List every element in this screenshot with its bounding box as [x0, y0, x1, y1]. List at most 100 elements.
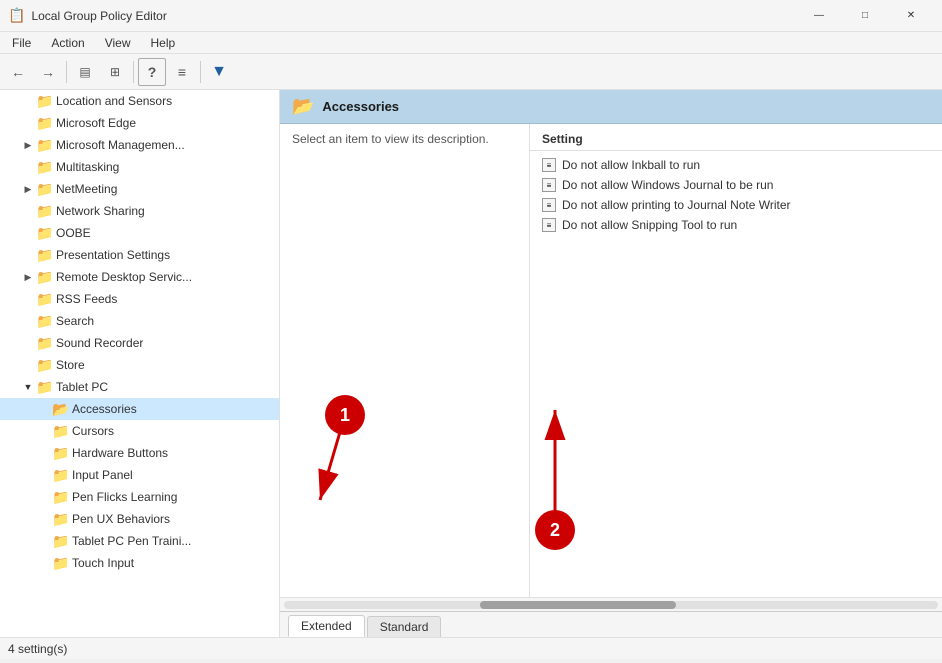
tab-standard[interactable]: Standard: [367, 616, 442, 637]
folder-icon: 📁: [36, 137, 52, 153]
setting-row-1[interactable]: ≡ Do not allow Inkball to run: [530, 155, 942, 175]
setting-label-4: Do not allow Snipping Tool to run: [562, 218, 737, 232]
folder-icon: 📁: [36, 159, 52, 175]
scrollbar-track: [284, 601, 938, 609]
filter-button[interactable]: ▼: [205, 58, 233, 86]
setting-label-2: Do not allow Windows Journal to be run: [562, 178, 773, 192]
expand-icon: [20, 225, 36, 241]
expand-icon: ▼: [20, 379, 36, 395]
tree-item-store[interactable]: 📁 Store: [0, 354, 279, 376]
tree-item-rss-feeds[interactable]: 📁 RSS Feeds: [0, 288, 279, 310]
menu-action[interactable]: Action: [43, 34, 92, 52]
menu-file[interactable]: File: [4, 34, 39, 52]
setting-row-4[interactable]: ≡ Do not allow Snipping Tool to run: [530, 215, 942, 235]
setting-label-3: Do not allow printing to Journal Note Wr…: [562, 198, 791, 212]
tree-item-search[interactable]: 📁 Search: [0, 310, 279, 332]
tree-item-cursors[interactable]: 📁 Cursors: [0, 420, 279, 442]
tree-item-location-sensors[interactable]: 📁 Location and Sensors: [0, 90, 279, 112]
tree-item-label: Input Panel: [72, 468, 133, 482]
expand-icon: [20, 203, 36, 219]
maximize-button[interactable]: □: [842, 0, 888, 32]
tree-item-hardware-buttons[interactable]: 📁 Hardware Buttons: [0, 442, 279, 464]
content-body: Select an item to view its description. …: [280, 124, 942, 597]
tree-item-netmeeting[interactable]: ▶ 📁 NetMeeting: [0, 178, 279, 200]
description-text: Select an item to view its description.: [292, 132, 489, 146]
tree-item-label: RSS Feeds: [56, 292, 117, 306]
minimize-button[interactable]: —: [796, 0, 842, 32]
tree-item-network-sharing[interactable]: 📁 Network Sharing: [0, 200, 279, 222]
tree-item-multitasking[interactable]: 📁 Multitasking: [0, 156, 279, 178]
folder-icon: 📁: [36, 269, 52, 285]
app-window: 📋 Local Group Policy Editor — □ ✕ File A…: [0, 0, 942, 663]
expand-icon: ▶: [20, 181, 36, 197]
folder-icon: 📁: [36, 291, 52, 307]
horizontal-scrollbar[interactable]: [280, 597, 942, 611]
content-title: Accessories: [322, 99, 399, 114]
setting-row-3[interactable]: ≡ Do not allow printing to Journal Note …: [530, 195, 942, 215]
expand-icon: [20, 93, 36, 109]
folder-icon: 📁: [36, 93, 52, 109]
title-bar: 📋 Local Group Policy Editor — □ ✕: [0, 0, 942, 32]
tree-item-pen-flicks-learning[interactable]: 📁 Pen Flicks Learning: [0, 486, 279, 508]
tree-item-accessories[interactable]: 📂 Accessories: [0, 398, 279, 420]
menu-bar: File Action View Help: [0, 32, 942, 54]
settings-pane[interactable]: Setting ≡ Do not allow Inkball to run ≡ …: [530, 124, 942, 597]
tree-item-label: Touch Input: [72, 556, 134, 570]
tree-item-microsoft-management[interactable]: ▶ 📁 Microsoft Managemen...: [0, 134, 279, 156]
description-pane: Select an item to view its description.: [280, 124, 530, 597]
expand-icon: [20, 159, 36, 175]
tree-item-label: Tablet PC Pen Traini...: [72, 534, 191, 548]
tree-item-touch-input[interactable]: 📁 Touch Input: [0, 552, 279, 574]
menu-view[interactable]: View: [97, 34, 139, 52]
folder-icon: 📁: [52, 533, 68, 549]
folder-icon: 📁: [52, 423, 68, 439]
properties-button[interactable]: ≡: [168, 58, 196, 86]
tree-item-label: Multitasking: [56, 160, 119, 174]
toggle-button[interactable]: ⊞: [101, 58, 129, 86]
forward-button[interactable]: →: [34, 58, 62, 86]
folder-icon: 📂: [52, 401, 68, 417]
tree-item-microsoft-edge[interactable]: 📁 Microsoft Edge: [0, 112, 279, 134]
folder-icon: 📁: [36, 247, 52, 263]
menu-help[interactable]: Help: [143, 34, 184, 52]
setting-row-2[interactable]: ≡ Do not allow Windows Journal to be run: [530, 175, 942, 195]
show-hide-tree-button[interactable]: ▤: [71, 58, 99, 86]
folder-icon: 📁: [52, 511, 68, 527]
tree-item-label: Location and Sensors: [56, 94, 172, 108]
toolbar-separator-1: [66, 61, 67, 83]
tree-item-input-panel[interactable]: 📁 Input Panel: [0, 464, 279, 486]
tree-item-oobe[interactable]: 📁 OOBE: [0, 222, 279, 244]
tree-item-tablet-pc[interactable]: ▼ 📁 Tablet PC: [0, 376, 279, 398]
expand-icon: ▶: [20, 137, 36, 153]
expand-icon: [36, 511, 52, 527]
status-bar: 4 setting(s): [0, 637, 942, 659]
tree-item-label: OOBE: [56, 226, 91, 240]
setting-label-1: Do not allow Inkball to run: [562, 158, 700, 172]
folder-icon: 📁: [36, 335, 52, 351]
window-title: Local Group Policy Editor: [31, 9, 166, 23]
folder-icon: 📁: [52, 467, 68, 483]
content-folder-icon: 📂: [292, 96, 314, 117]
expand-icon: [36, 555, 52, 571]
setting-icon-1: ≡: [542, 158, 556, 172]
status-text: 4 setting(s): [8, 642, 67, 656]
scrollbar-thumb[interactable]: [480, 601, 676, 609]
tree-item-tablet-pc-pen-training[interactable]: 📁 Tablet PC Pen Traini...: [0, 530, 279, 552]
back-button[interactable]: ←: [4, 58, 32, 86]
tab-extended[interactable]: Extended: [288, 615, 365, 637]
tree-item-presentation-settings[interactable]: 📁 Presentation Settings: [0, 244, 279, 266]
help-button[interactable]: ?: [138, 58, 166, 86]
tree-item-sound-recorder[interactable]: 📁 Sound Recorder: [0, 332, 279, 354]
tree-item-label: Accessories: [72, 402, 137, 416]
title-bar-left: 📋 Local Group Policy Editor: [8, 7, 167, 24]
expand-icon: [36, 533, 52, 549]
tree-item-label: Network Sharing: [56, 204, 145, 218]
tree-item-label: NetMeeting: [56, 182, 117, 196]
tree-item-remote-desktop[interactable]: ▶ 📁 Remote Desktop Servic...: [0, 266, 279, 288]
tree-panel[interactable]: 📁 Location and Sensors 📁 Microsoft Edge …: [0, 90, 280, 637]
folder-icon: 📁: [36, 357, 52, 373]
expand-icon: [20, 115, 36, 131]
close-button[interactable]: ✕: [888, 0, 934, 32]
app-icon: 📋: [8, 7, 25, 24]
tree-item-pen-ux-behaviors[interactable]: 📁 Pen UX Behaviors: [0, 508, 279, 530]
